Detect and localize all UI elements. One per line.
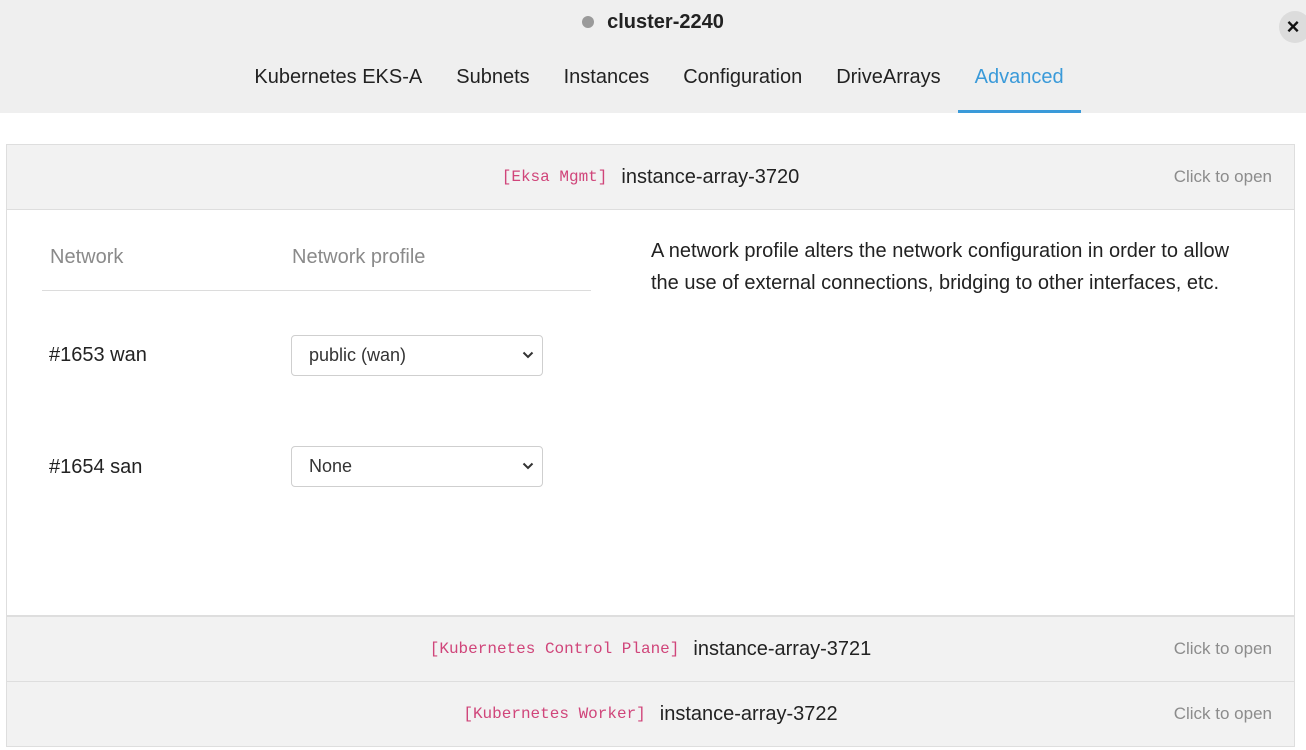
instance-array-panel: [Eksa Mgmt] instance-array-3720 Click to… [6,144,1295,616]
tab-advanced[interactable]: Advanced [957,56,1081,113]
close-button[interactable]: × [1279,11,1306,43]
tab-configuration[interactable]: Configuration [666,56,819,113]
title-row: cluster-2240 [0,10,1306,34]
select-value: public (wan) [309,345,407,365]
instance-array-header[interactable]: [Eksa Mgmt] instance-array-3720 Click to… [7,145,1294,209]
instance-array-header[interactable]: [Kubernetes Control Plane] instance-arra… [7,617,1294,681]
chevron-down-icon [522,351,534,359]
cluster-name: cluster-2240 [607,10,724,33]
network-table: Network Network profile #1653 wan public… [42,210,591,513]
network-table-header: Network Network profile [42,210,591,291]
tab-kubernetes-eks-a[interactable]: Kubernetes EKS-A [237,56,439,113]
array-name: instance-array-3721 [693,637,872,660]
network-name: #1654 san [49,456,143,478]
click-to-open-label: Click to open [1173,704,1272,723]
tab-drivearrays[interactable]: DriveArrays [819,56,957,113]
network-profile-select[interactable]: public (wan) [291,335,543,376]
network-name: #1653 wan [49,344,147,366]
instance-array-body: Network Network profile #1653 wan public… [7,209,1294,615]
instance-array-header[interactable]: [Kubernetes Worker] instance-array-3722 … [7,682,1294,746]
tab-subnets[interactable]: Subnets [439,56,546,113]
table-row: #1654 san None [42,402,591,513]
close-icon: × [1286,14,1300,39]
network-profile-select[interactable]: None [291,446,543,487]
array-tag: [Eksa Mgmt] [501,168,608,186]
array-name: instance-array-3720 [621,165,800,188]
tab-bar: Kubernetes EKS-A Subnets Instances Confi… [0,56,1306,113]
select-value: None [309,456,353,476]
click-to-open-label: Click to open [1173,639,1272,658]
tab-instances[interactable]: Instances [547,56,667,113]
modal-header: cluster-2240 × Kubernetes EKS-A Subnets … [0,0,1306,113]
network-profile-description: A network profile alters the network con… [651,240,1230,294]
status-dot [582,16,595,28]
chevron-down-icon [522,462,534,470]
table-row: #1653 wan public (wan) [42,291,591,402]
instance-array-panel: [Kubernetes Control Plane] instance-arra… [6,616,1295,682]
network-profile-column-header: Network profile [292,246,426,268]
instance-array-panel: [Kubernetes Worker] instance-array-3722 … [6,681,1295,747]
array-tag: [Kubernetes Worker] [463,705,646,723]
click-to-open-label: Click to open [1173,167,1272,186]
network-column-header: Network [50,246,124,268]
array-tag: [Kubernetes Control Plane] [429,640,680,658]
array-name: instance-array-3722 [659,702,838,725]
